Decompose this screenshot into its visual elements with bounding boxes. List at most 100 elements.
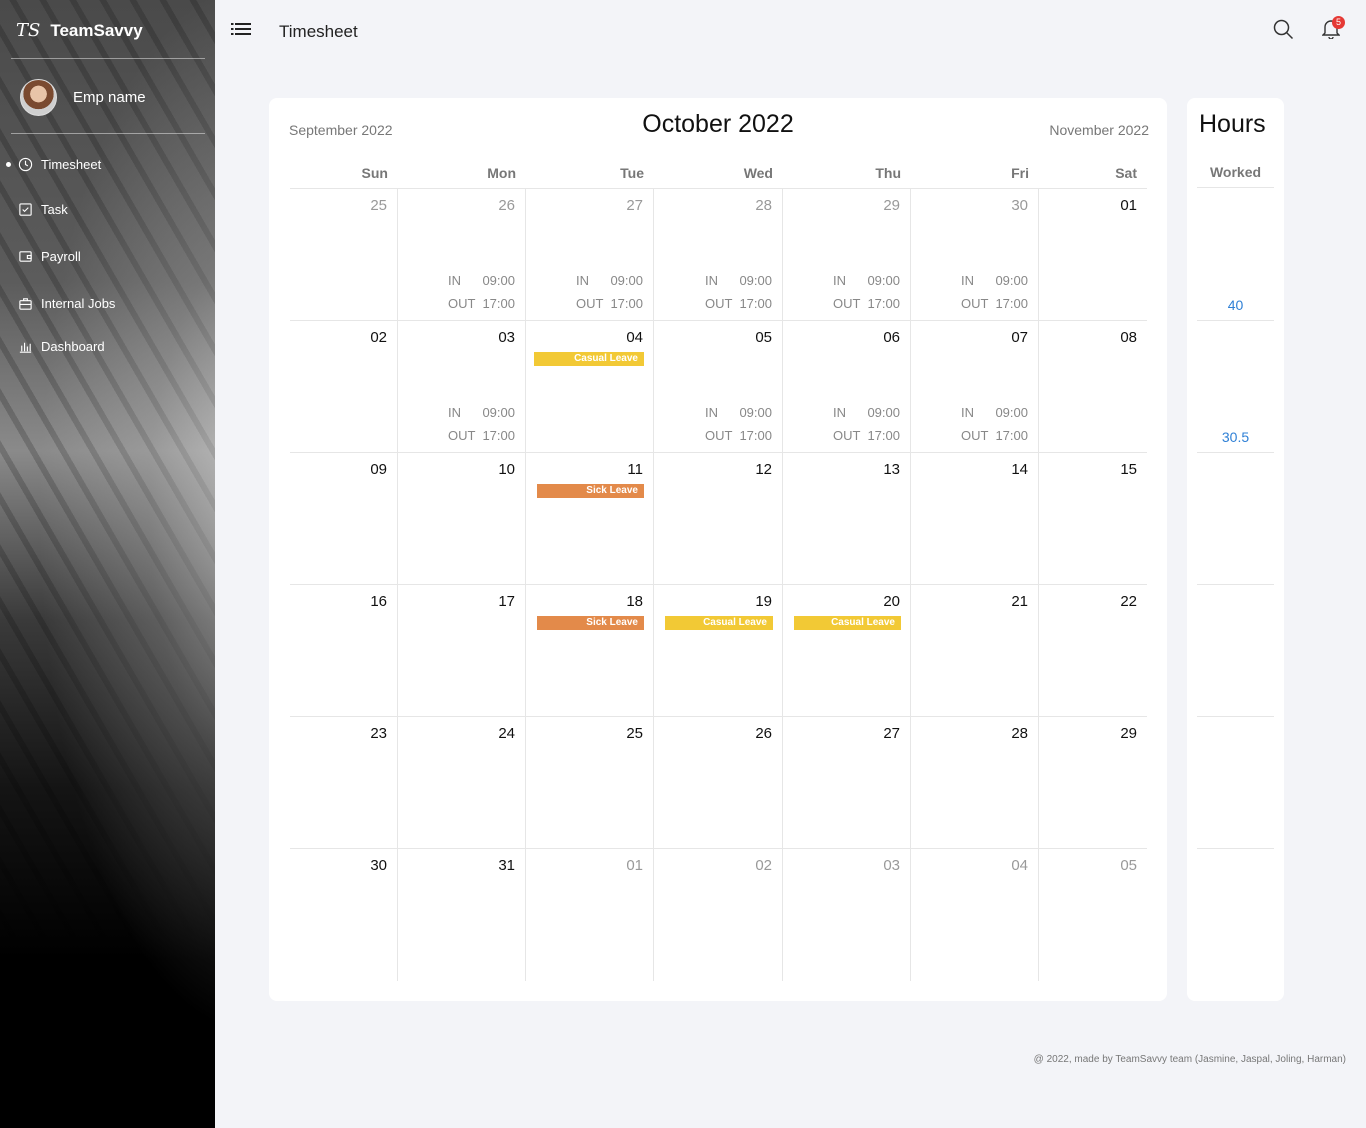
clock-in-time: 09:00 xyxy=(610,273,643,288)
calendar-day-cell[interactable]: 03 xyxy=(783,849,911,981)
user-profile[interactable]: Emp name xyxy=(20,79,146,116)
calendar-day-cell[interactable]: 22 xyxy=(1039,585,1147,717)
calendar-day-cell[interactable]: 18 Sick Leave xyxy=(526,585,654,717)
brand[interactable]: TS TeamSavvy xyxy=(16,20,143,41)
calendar-day-cell[interactable]: 05 xyxy=(1039,849,1147,981)
day-number: 01 xyxy=(626,857,643,874)
sidebar-item-label: Timesheet xyxy=(41,157,102,172)
calendar-day-cell[interactable]: 29 IN 09:00 OUT 17:00 xyxy=(783,189,911,321)
calendar-card: September 2022 October 2022 November 202… xyxy=(269,98,1167,1001)
chart-icon xyxy=(19,342,32,353)
calendar-day-cell[interactable]: 25 xyxy=(290,189,398,321)
casual-leave-badge[interactable]: Casual Leave xyxy=(665,616,773,630)
calendar-day-cell[interactable]: 10 xyxy=(398,453,526,585)
calendar-day-cell[interactable]: 02 xyxy=(290,321,398,453)
casual-leave-badge[interactable]: Casual Leave xyxy=(534,352,644,366)
casual-leave-badge[interactable]: Casual Leave xyxy=(794,616,901,630)
calendar-day-cell[interactable]: 31 xyxy=(398,849,526,981)
avatar xyxy=(20,79,57,116)
clock-out-time: 17:00 xyxy=(739,296,772,311)
calendar-day-cell[interactable]: 27 xyxy=(783,717,911,849)
clock-out-label: OUT xyxy=(833,428,861,443)
sick-leave-badge[interactable]: Sick Leave xyxy=(537,484,644,498)
calendar-day-cell[interactable]: 25 xyxy=(526,717,654,849)
calendar-day-cell[interactable]: 30 xyxy=(290,849,398,981)
day-number: 26 xyxy=(498,197,515,214)
clock-in-label: IN xyxy=(448,273,461,288)
calendar-day-cell[interactable]: 20 Casual Leave xyxy=(783,585,911,717)
calendar-day-cell[interactable]: 03 IN 09:00 OUT 17:00 xyxy=(398,321,526,453)
calendar-day-cell[interactable]: 28 IN 09:00 OUT 17:00 xyxy=(654,189,783,321)
calendar-day-cell[interactable]: 07 IN 09:00 OUT 17:00 xyxy=(911,321,1039,453)
weekday-label: Thu xyxy=(875,165,901,181)
clock-out-label: OUT xyxy=(705,296,733,311)
calendar-day-cell[interactable]: 21 xyxy=(911,585,1039,717)
calendar-day-cell[interactable]: 15 xyxy=(1039,453,1147,585)
calendar-day-cell[interactable]: 14 xyxy=(911,453,1039,585)
sidebar-item-dashboard[interactable]: Dashboard xyxy=(18,339,105,354)
clock-in-label: IN xyxy=(833,273,846,288)
clock-in-time: 09:00 xyxy=(867,405,900,420)
logo: TS xyxy=(16,20,41,41)
calendar-day-cell[interactable]: 16 xyxy=(290,585,398,717)
sidebar-item-label: Internal Jobs xyxy=(41,296,116,311)
sidebar-item-internal-jobs[interactable]: Internal Jobs xyxy=(18,296,115,311)
calendar-day-cell[interactable]: 30 IN 09:00 OUT 17:00 xyxy=(911,189,1039,321)
calendar-day-cell[interactable]: 17 xyxy=(398,585,526,717)
clock-out-label: OUT xyxy=(961,296,989,311)
calendar-day-cell[interactable]: 08 xyxy=(1039,321,1147,453)
day-number: 31 xyxy=(498,857,515,874)
calendar-day-cell[interactable]: 26 IN 09:00 OUT 17:00 xyxy=(398,189,526,321)
weekday-header: Sun Mon Tue Wed Thu Fri Sat xyxy=(290,165,1147,189)
calendar-day-cell[interactable]: 28 xyxy=(911,717,1039,849)
hours-week-row xyxy=(1197,717,1274,849)
clock-out-time: 17:00 xyxy=(482,428,515,443)
day-number: 28 xyxy=(1011,725,1028,742)
clock-in-label: IN xyxy=(961,273,974,288)
day-number: 25 xyxy=(370,197,387,214)
next-month-link[interactable]: November 2022 xyxy=(1049,122,1149,138)
day-number: 29 xyxy=(1120,725,1137,742)
calendar-day-cell[interactable]: 01 xyxy=(1039,189,1147,321)
day-number: 03 xyxy=(883,857,900,874)
calendar-day-cell[interactable]: 26 xyxy=(654,717,783,849)
clock-in-time: 09:00 xyxy=(739,273,772,288)
weekday-label: Mon xyxy=(487,165,516,181)
weekday-label: Fri xyxy=(1011,165,1029,181)
menu-toggle-button[interactable] xyxy=(231,22,251,43)
sick-leave-badge[interactable]: Sick Leave xyxy=(537,616,644,630)
calendar-day-cell[interactable]: 12 xyxy=(654,453,783,585)
hours-week-row xyxy=(1197,453,1274,585)
weekday-label: Sun xyxy=(361,165,388,181)
day-number: 12 xyxy=(755,461,772,478)
clock-out-time: 17:00 xyxy=(610,296,643,311)
calendar-day-cell[interactable]: 27 IN 09:00 OUT 17:00 xyxy=(526,189,654,321)
user-name: Emp name xyxy=(73,89,146,106)
calendar-day-cell[interactable]: 29 xyxy=(1039,717,1147,849)
day-number: 23 xyxy=(370,725,387,742)
hours-worked-value[interactable]: 40 xyxy=(1197,297,1274,313)
clock-out-time: 17:00 xyxy=(739,428,772,443)
sidebar-item-task[interactable]: Task xyxy=(18,202,68,217)
day-number: 24 xyxy=(498,725,515,742)
hours-worked-value[interactable]: 30.5 xyxy=(1197,429,1274,445)
calendar-day-cell[interactable]: 19 Casual Leave xyxy=(654,585,783,717)
calendar-day-cell[interactable]: 11 Sick Leave xyxy=(526,453,654,585)
calendar-day-cell[interactable]: 24 xyxy=(398,717,526,849)
day-number: 08 xyxy=(1120,329,1137,346)
calendar-day-cell[interactable]: 23 xyxy=(290,717,398,849)
calendar-day-cell[interactable]: 13 xyxy=(783,453,911,585)
day-number: 14 xyxy=(1011,461,1028,478)
sidebar-item-timesheet[interactable]: Timesheet xyxy=(18,157,101,172)
calendar-day-cell[interactable]: 09 xyxy=(290,453,398,585)
calendar-day-cell[interactable]: 02 xyxy=(654,849,783,981)
calendar-day-cell[interactable]: 04 Casual Leave xyxy=(526,321,654,453)
notifications-button[interactable]: 5 xyxy=(1321,16,1345,44)
calendar-day-cell[interactable]: 01 xyxy=(526,849,654,981)
current-month-title: October 2022 xyxy=(642,110,794,138)
calendar-day-cell[interactable]: 05 IN 09:00 OUT 17:00 xyxy=(654,321,783,453)
search-button[interactable] xyxy=(1273,19,1294,45)
calendar-day-cell[interactable]: 06 IN 09:00 OUT 17:00 xyxy=(783,321,911,453)
calendar-day-cell[interactable]: 04 xyxy=(911,849,1039,981)
sidebar-item-payroll[interactable]: Payroll xyxy=(18,249,81,264)
